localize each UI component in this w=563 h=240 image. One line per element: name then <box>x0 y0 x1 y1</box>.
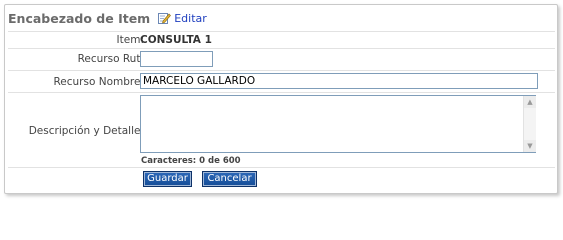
description-textarea[interactable] <box>140 95 536 153</box>
rut-label: Recurso Rut: <box>77 53 144 65</box>
description-label: Descripción y Detalle: <box>28 125 144 137</box>
edit-label: Editar <box>174 11 207 25</box>
divider <box>8 31 555 32</box>
edit-icon <box>158 13 172 24</box>
character-counter: Caracteres: 0 de 600 <box>141 156 241 166</box>
save-button[interactable]: Guardar <box>143 171 192 187</box>
panel-header: Encabezado de Item Editar <box>8 8 207 28</box>
divider <box>8 167 555 168</box>
rut-input[interactable] <box>140 51 213 67</box>
divider <box>8 70 555 71</box>
cancel-button[interactable]: Cancelar <box>202 171 257 187</box>
divider <box>8 92 555 93</box>
item-value: CONSULTA 1 <box>140 34 212 46</box>
textarea-scrollbar[interactable]: ▲ ▼ <box>523 96 536 152</box>
name-input[interactable] <box>140 73 538 89</box>
name-label: Recurso Nombre: <box>53 76 144 88</box>
divider <box>8 48 555 49</box>
scroll-down-icon[interactable]: ▼ <box>524 140 536 152</box>
edit-link[interactable]: Editar <box>158 12 207 25</box>
scroll-up-icon[interactable]: ▲ <box>524 96 536 108</box>
panel-title: Encabezado de Item <box>8 10 151 26</box>
